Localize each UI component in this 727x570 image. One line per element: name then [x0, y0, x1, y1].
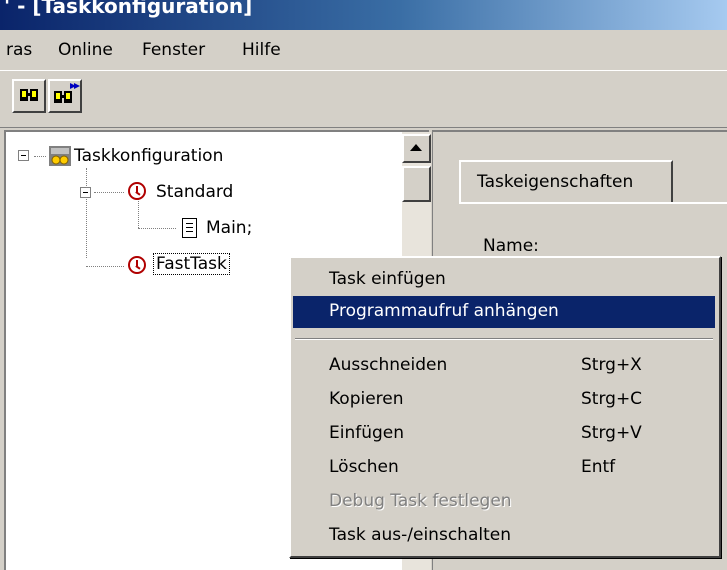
menu-item-label: Löschen	[329, 457, 399, 477]
find-icon	[20, 89, 38, 101]
tab-body-border	[459, 202, 727, 204]
menu-item-task-einfuegen[interactable]: Task einfügen	[293, 264, 715, 296]
menu-separator	[295, 338, 713, 340]
menu-item-loeschen[interactable]: Löschen Entf	[293, 452, 715, 484]
find-button[interactable]	[12, 79, 46, 113]
menu-item-label: Debug Task festlegen	[329, 491, 512, 511]
find-next-button[interactable]	[48, 79, 82, 113]
tab-label: Taskeigenschaften	[477, 172, 634, 192]
menu-item-kopieren[interactable]: Kopieren Strg+C	[293, 384, 715, 416]
tree-line	[138, 198, 139, 228]
tree-line	[94, 192, 124, 193]
tree-item-fasttask[interactable]: FastTask	[153, 253, 230, 275]
menu-item-ausschneiden[interactable]: Ausschneiden Strg+X	[293, 350, 715, 382]
tab-taskeigenschaften[interactable]: Taskeigenschaften	[459, 160, 673, 204]
task-config-icon	[49, 146, 71, 166]
title-bar: ' - [Taskkonfiguration]	[0, 0, 727, 30]
find-next-icon	[54, 83, 80, 103]
menu-fenster[interactable]: Fenster	[142, 40, 205, 60]
collapse-icon[interactable]	[18, 150, 29, 161]
arrow-up-icon	[410, 144, 422, 151]
window-title: ' - [Taskkonfiguration]	[4, 0, 253, 18]
menu-item-shortcut: Strg+V	[581, 423, 642, 443]
tree-item-standard[interactable]: Standard	[156, 182, 233, 202]
program-call-icon	[182, 218, 197, 238]
menu-item-label: Task einfügen	[329, 269, 446, 289]
tree-line	[86, 168, 87, 258]
menu-item-label: Programmaufruf anhängen	[329, 301, 559, 321]
menu-item-task-aus-einschalten[interactable]: Task aus-/einschalten	[293, 520, 715, 552]
scroll-thumb[interactable]	[402, 166, 431, 202]
menu-item-label: Einfügen	[329, 423, 405, 443]
menu-online[interactable]: Online	[58, 40, 113, 60]
context-menu: Task einfügen Programmaufruf anhängen Au…	[289, 256, 721, 558]
tree-item-taskkonfiguration[interactable]: Taskkonfiguration	[74, 146, 223, 166]
name-label: Name:	[483, 236, 539, 256]
tree-line	[86, 266, 124, 267]
menu-item-shortcut: Entf	[581, 457, 616, 477]
scroll-up-button[interactable]	[402, 134, 431, 163]
collapse-icon[interactable]	[80, 187, 91, 198]
menu-item-shortcut: Strg+C	[581, 389, 643, 409]
menu-item-label: Ausschneiden	[329, 355, 448, 375]
menu-bar: ras Online Fenster Hilfe	[0, 30, 727, 70]
menu-item-label: Kopieren	[329, 389, 404, 409]
tree-line	[138, 228, 176, 229]
toolbar	[0, 70, 727, 128]
menu-item-debug-task-festlegen: Debug Task festlegen	[293, 486, 715, 518]
menu-item-programmaufruf-anhaengen[interactable]: Programmaufruf anhängen	[293, 296, 715, 328]
tree-line	[34, 156, 46, 157]
clock-icon	[128, 182, 146, 200]
tree-item-main[interactable]: Main;	[206, 218, 252, 238]
menu-item-shortcut: Strg+X	[581, 355, 642, 375]
menu-item-label: Task aus-/einschalten	[329, 525, 511, 545]
menu-extras[interactable]: ras	[6, 40, 32, 60]
menu-hilfe[interactable]: Hilfe	[242, 40, 281, 60]
clock-icon	[128, 256, 146, 274]
menu-item-einfuegen[interactable]: Einfügen Strg+V	[293, 418, 715, 450]
